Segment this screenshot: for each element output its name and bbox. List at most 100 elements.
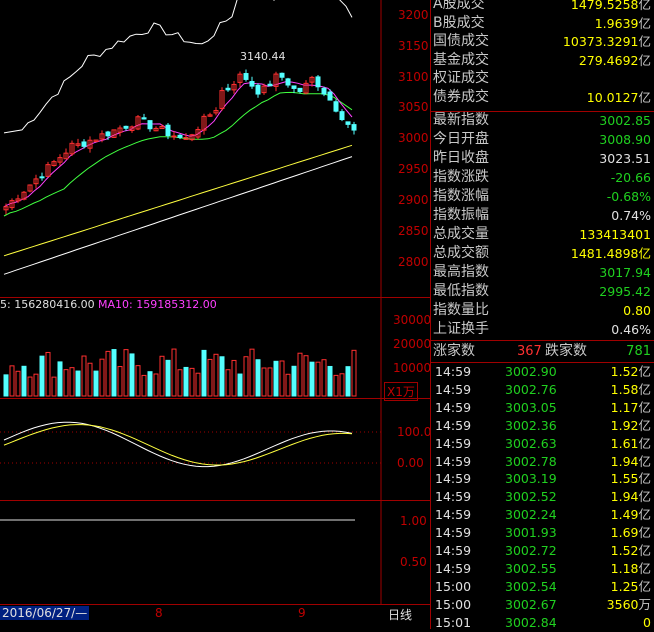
tick-row[interactable]: 14:59 3002.24 1.49亿 xyxy=(431,506,654,524)
indicator-line-k xyxy=(3,421,353,468)
tick-price: 3002.78 xyxy=(505,453,557,469)
tick-volume: 1.52亿 xyxy=(610,543,651,558)
candle-body xyxy=(249,81,255,87)
candle-body xyxy=(345,121,351,125)
quote-row: 指数涨幅 -0.68% xyxy=(431,187,654,206)
tick-time: 15:00 xyxy=(435,578,472,594)
volume-bar xyxy=(21,365,27,397)
price-tick: 2800 xyxy=(398,255,429,269)
volume-bar xyxy=(213,353,219,397)
candle-body xyxy=(177,134,183,138)
tick-row[interactable]: 14:59 3002.90 1.52亿 xyxy=(431,363,654,381)
summary-label: 基金成交 xyxy=(433,51,489,68)
volume-bar xyxy=(285,373,291,397)
tick-time: 14:59 xyxy=(435,417,472,433)
tick-row[interactable]: 14:59 3002.78 1.94亿 xyxy=(431,453,654,471)
upper-band-line xyxy=(3,0,353,134)
quote-value: -0.68% xyxy=(606,189,651,204)
divider xyxy=(431,340,654,341)
tick-volume: 1.52亿 xyxy=(610,364,651,379)
summary-label: 权证成交 xyxy=(433,70,489,87)
tick-row[interactable]: 14:59 3002.36 1.92亿 xyxy=(431,417,654,435)
volume-bar xyxy=(177,369,183,397)
tick-row[interactable]: 14:59 3003.05 1.17亿 xyxy=(431,399,654,417)
quote-value: 2995.42 xyxy=(599,284,651,299)
volume-bar xyxy=(303,355,309,397)
volume-bar xyxy=(3,374,9,397)
quote-value: 3002.85 xyxy=(599,113,651,128)
kline-chart-area[interactable]: 3200 3150 3100 3050 3000 2950 2900 2850 2800 314… xyxy=(0,0,432,629)
lower-band-line xyxy=(3,156,353,275)
volume-bar xyxy=(57,361,63,397)
quote-row: 昨日收盘 3023.51 xyxy=(431,149,654,168)
tick-time: 14:59 xyxy=(435,560,472,576)
tick-volume: 1.49亿 xyxy=(610,507,651,523)
tick-row[interactable]: 14:59 3002.63 1.61亿 xyxy=(431,435,654,453)
tick-row[interactable]: 15:00 3002.67 3560万 xyxy=(431,596,654,614)
volume-bar xyxy=(195,372,201,397)
indicator-line-d xyxy=(3,424,353,466)
tick-row[interactable]: 14:59 3003.19 1.55亿 xyxy=(431,470,654,488)
quote-label: 昨日收盘 xyxy=(433,150,489,166)
volume-tick: 10000 xyxy=(393,361,432,375)
month-label-aug: 8 xyxy=(155,606,163,620)
tick-price: 3002.90 xyxy=(505,364,557,379)
tick-row[interactable]: 15:00 3002.54 1.25亿 xyxy=(431,578,654,596)
candle-body xyxy=(351,124,357,131)
candle-body xyxy=(297,87,303,93)
date-range-start[interactable]: 2016/06/27/— xyxy=(0,606,90,620)
volume-bar xyxy=(183,366,189,397)
candle-body xyxy=(243,73,249,80)
period-selector[interactable]: 日线 xyxy=(388,606,412,623)
quote-row: 上证换手 0.46% xyxy=(431,320,654,339)
panel-divider xyxy=(0,500,430,501)
summary-row: 债券成交 10.0127亿 xyxy=(431,88,654,107)
candle-body xyxy=(105,131,111,137)
volume-bar xyxy=(39,355,45,397)
candle-body xyxy=(315,76,321,88)
summary-row: 基金成交 279.4692亿 xyxy=(431,51,654,70)
volume-bar xyxy=(267,367,273,397)
volume-bar xyxy=(75,370,81,397)
volume-bar xyxy=(63,369,69,397)
quote-label: 总成交额 xyxy=(433,245,489,261)
quote-label: 指数振幅 xyxy=(433,207,489,223)
volume-bar xyxy=(291,365,297,397)
volume-tick: 20000 xyxy=(393,337,432,351)
tick-row[interactable]: 14:59 3002.72 1.52亿 xyxy=(431,542,654,560)
quote-row: 最低指数 2995.42 xyxy=(431,282,654,301)
quote-value: 3023.51 xyxy=(599,151,651,166)
quote-row: 今日开盘 3008.90 xyxy=(431,130,654,149)
tick-volume: 1.69亿 xyxy=(610,525,651,541)
tick-time: 14:59 xyxy=(435,381,472,397)
tick-price: 3002.52 xyxy=(505,489,557,505)
volume-bar xyxy=(165,359,171,397)
tick-row[interactable]: 14:59 3002.55 1.18亿 xyxy=(431,560,654,578)
volume-bar xyxy=(93,370,99,397)
candle-body xyxy=(165,124,171,137)
quote-label: 总成交量 xyxy=(433,226,489,242)
price-tick: 3000 xyxy=(398,131,429,145)
summary-value: 10.0127亿 xyxy=(586,90,651,105)
quote-value: 3008.90 xyxy=(599,132,651,147)
volume-bar xyxy=(141,374,147,397)
tick-time: 14:59 xyxy=(435,364,472,379)
volume-bar xyxy=(249,348,255,397)
quote-value: 3017.94 xyxy=(599,265,651,280)
quote-row: 总成交量 133413401 xyxy=(431,225,654,244)
price-candlestick-chart[interactable] xyxy=(0,0,430,629)
volume-bar xyxy=(189,367,195,397)
summary-value: 1479.5258亿 xyxy=(570,0,651,12)
tick-row[interactable]: 14:59 3001.93 1.69亿 xyxy=(431,524,654,542)
tick-row[interactable]: 14:59 3002.76 1.58亿 xyxy=(431,381,654,399)
tick-volume: 1.55亿 xyxy=(610,471,651,487)
volume-bar xyxy=(147,371,153,397)
candle-body xyxy=(225,87,231,91)
tick-row[interactable]: 14:59 3002.52 1.94亿 xyxy=(431,488,654,506)
candle-body xyxy=(333,101,339,112)
candle-body xyxy=(171,135,177,138)
summary-value: 1.9639亿 xyxy=(594,15,651,31)
candle-body xyxy=(81,141,87,147)
volume-bar xyxy=(87,362,93,397)
quote-value: 0.80 xyxy=(623,303,651,318)
